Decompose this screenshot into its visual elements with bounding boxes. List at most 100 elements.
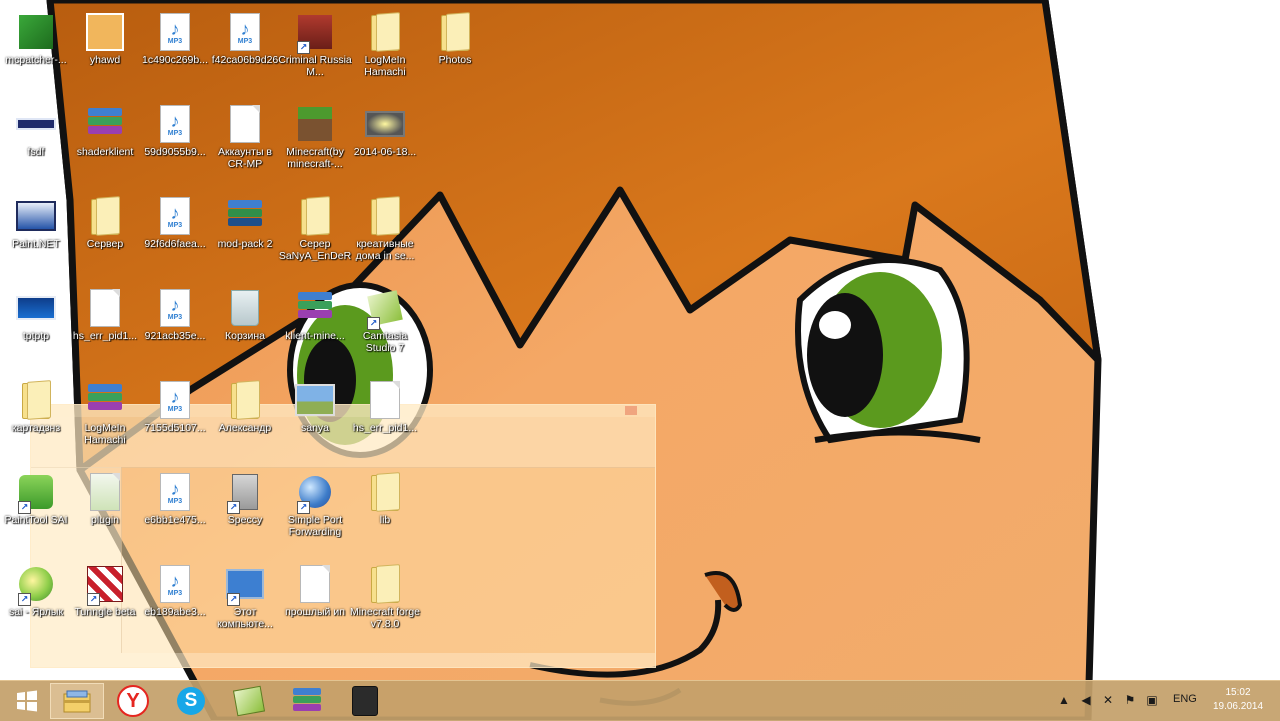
desktop-icon-mp3-92f6d[interactable]: ♪ MP3 92f6d6faea... (139, 190, 211, 278)
desktop-icon-label: креативные дома in se... (355, 238, 415, 262)
desktop-icon-minecraft[interactable]: Minecraft(by minecraft-... (279, 98, 351, 186)
image-file-icon (365, 111, 405, 137)
desktop-icon-camtasia[interactable]: ↗ Camtasia Studio 7 (349, 282, 421, 370)
desktop-icon-mod-pack-2[interactable]: mod-pack 2 (209, 190, 281, 278)
desktop-icon-klient-mine[interactable]: klient-mine... (279, 282, 351, 370)
desktop-icon-shaderklient[interactable]: shaderklient (69, 98, 141, 186)
network-icon[interactable]: ✕ (1101, 693, 1115, 707)
desktop-icon-hs-err-pid-2[interactable]: hs_err_pid1... (349, 374, 421, 462)
desktop-icon-mp3-1c490[interactable]: ♪ MP3 1c490c269b... (139, 6, 211, 94)
desktop-icon-speccy[interactable]: ↗ Speccy (209, 466, 281, 554)
taskbar-yandex-browser[interactable]: Y (106, 683, 160, 719)
desktop-icon-label: Simple Port Forwarding (287, 514, 343, 538)
desktop-icon-kartadznz[interactable]: картадзнз (0, 374, 72, 462)
desktop-icon-label: fsdf (27, 146, 45, 158)
text-file-icon (370, 381, 400, 419)
desktop-icon-label: Tunngle beta (74, 606, 136, 618)
winrar-archive-icon (88, 383, 122, 417)
desktop-icon-lib[interactable]: lib (349, 466, 421, 554)
desktop-icon-mp3-e6bb1[interactable]: ♪ MP3 e6bb1e475... (139, 466, 211, 554)
taskbar-file-explorer[interactable] (50, 683, 104, 719)
image-file-icon (16, 296, 56, 320)
desktop-icon-label: 7155d5107... (144, 422, 206, 434)
taskbar: Y S ▲ ◀ ✕ ⚑ ▣ ENG 15:02 19.06.2014 (0, 680, 1280, 721)
input-language-indicator[interactable]: ENG (1173, 693, 1197, 705)
removable-device-icon[interactable]: ▣ (1145, 693, 1159, 707)
taskbar-clock[interactable]: 15:02 19.06.2014 (1205, 686, 1271, 714)
desktop-icon-label: 1c490c269b... (142, 54, 208, 66)
windows-start-button[interactable] (0, 683, 54, 719)
desktop-icon-user-folder[interactable]: Александр (209, 374, 281, 462)
desktop-icon-sai-shortcut[interactable]: ↗ sai - Ярлык (0, 558, 72, 646)
desktop-icon-screenshot-2014[interactable]: 2014-06-18... (349, 98, 421, 186)
desktop-icon-sanya[interactable]: sanya (279, 374, 351, 462)
flag-icon[interactable]: ⚑ (1123, 693, 1137, 707)
desktop-icon-yhawd[interactable]: yhawd (69, 6, 141, 94)
desktop-icon-label: klient-mine... (285, 330, 345, 342)
taskbar-skype[interactable]: S (164, 683, 218, 719)
desktop-icon-tptptp[interactable]: tptptp (0, 282, 72, 370)
desktop-icon-label: Корзина (225, 330, 265, 342)
clock-time: 15:02 (1225, 687, 1251, 698)
image-file-icon (16, 118, 56, 130)
desktop-icon-label: Александр (218, 422, 272, 434)
desktop-icon-plugin[interactable]: plugin (69, 466, 141, 554)
desktop-icon-photos[interactable]: Photos (419, 6, 491, 94)
battery-icon[interactable] (1162, 693, 1170, 707)
taskbar-camtasia[interactable] (222, 683, 276, 719)
desktop-icon-mp3-eb189[interactable]: ♪ MP3 eb189abe3... (139, 558, 211, 646)
desktop-icon-accounts-crmp[interactable]: Аккаунты в CR-MP (209, 98, 281, 186)
desktop-icon-server[interactable]: Сервер (69, 190, 141, 278)
desktop-icon-label: Minecraft forge v7.8.0 (349, 606, 421, 630)
desktop-icon-label: 92f6d6faea... (144, 238, 206, 250)
image-file-icon (86, 13, 124, 51)
desktop-icon-label: прошлый ип (285, 606, 345, 618)
desktop-icon-mp3-59d90[interactable]: ♪ MP3 59d9055b9... (139, 98, 211, 186)
desktop-icon-painttool-sai[interactable]: ↗ PaintTool SAI (0, 466, 72, 554)
desktop-icon-label: Criminal Russia M... (278, 54, 352, 78)
desktop-icon-logmein-archive[interactable]: LogMeIn Hamachi (69, 374, 141, 462)
desktop-icon-minecraft-forge[interactable]: Minecraft forge v7.8.0 (349, 558, 421, 646)
desktop-icon-tunngle[interactable]: ↗ Tunngle beta (69, 558, 141, 646)
desktop-icon-label: shaderklient (76, 146, 134, 158)
shortcut-arrow-icon: ↗ (18, 501, 31, 514)
window-status-bar (31, 653, 655, 667)
plugin-icon (90, 473, 120, 511)
mp3-file-icon: ♪ MP3 (160, 105, 190, 143)
desktop-icon-fsdf[interactable]: fsdf (0, 98, 72, 186)
desktop-icon-label: LogMeIn Hamachi (84, 422, 126, 446)
desktop-icon-simple-port-forwarding[interactable]: ↗ Simple Port Forwarding (279, 466, 351, 554)
desktop-icon-label: f42ca06b9d26 (211, 54, 279, 66)
desktop-icon-mp3-921ac[interactable]: ♪ MP3 921acb35e... (139, 282, 211, 370)
mp3-file-icon: ♪ MP3 (230, 13, 260, 51)
show-hidden-icons-chevron-icon[interactable]: ▲ (1057, 693, 1071, 707)
desktop-icon-label: 59d9055b9... (144, 146, 206, 158)
desktop-icon-mp3-f42ca[interactable]: ♪ MP3 f42ca06b9d26 (209, 6, 281, 94)
desktop-icon-recycle-bin[interactable]: Корзина (209, 282, 281, 370)
minecraft-block-icon (298, 107, 332, 141)
desktop-icon-this-pc[interactable]: ↗ Этот компьюте... (209, 558, 281, 646)
desktop-icon-label: plugin (90, 514, 120, 526)
desktop-icon-creative-houses[interactable]: креативные дома in se... (349, 190, 421, 278)
desktop-icon-logmein-hamachi[interactable]: LogMeIn Hamachi (349, 6, 421, 94)
desktop-icon-mp3-7155d[interactable]: ♪ MP3 7155d5107... (139, 374, 211, 462)
desktop-icon-label: Этот компьюте... (217, 606, 273, 630)
desktop-icon-mcpatcher[interactable]: mcpatcher-... (0, 6, 72, 94)
shortcut-arrow-icon: ↗ (18, 593, 31, 606)
desktop-icon-criminal-russia[interactable]: ↗ Criminal Russia M... (278, 6, 352, 94)
desktop-icon-label: hs_err_pid1... (352, 422, 418, 434)
shortcut-arrow-icon: ↗ (297, 501, 310, 514)
desktop-icon-label: sanya (300, 422, 330, 434)
desktop-icon-paintnet[interactable]: Paint.NET (0, 190, 72, 278)
mp3-file-icon: ♪ MP3 (160, 381, 190, 419)
desktop-icon-previous-ip[interactable]: прошлый ип (279, 558, 351, 646)
taskbar-camtasia-recorder[interactable] (338, 683, 392, 719)
desktop-icon-hs-err-pid-1[interactable]: hs_err_pid1... (69, 282, 141, 370)
desktop-icon-label: Paint.NET (12, 238, 60, 250)
paintnet-icon (16, 201, 56, 231)
winrar-archive-icon (228, 199, 262, 233)
taskbar-winrar[interactable] (280, 683, 334, 719)
volume-icon[interactable]: ◀ (1079, 693, 1093, 707)
desktop-icon-server-sanya[interactable]: Серер SaNyA_EnDeR (279, 190, 351, 278)
mp3-file-icon: ♪ MP3 (160, 197, 190, 235)
